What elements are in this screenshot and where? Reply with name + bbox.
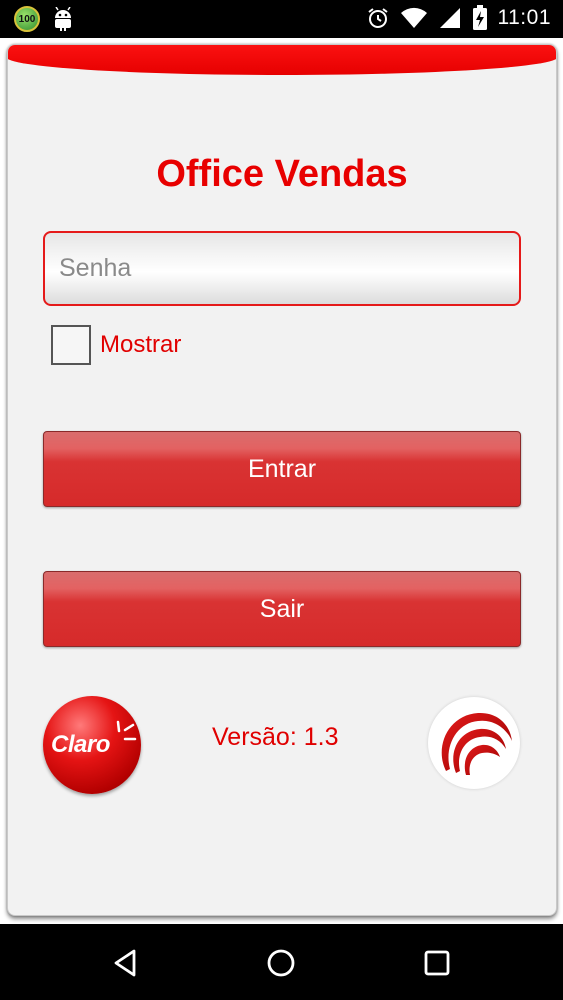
- show-password-checkbox[interactable]: [51, 325, 91, 365]
- password-input[interactable]: [43, 231, 521, 306]
- battery-badge-icon: 100: [14, 6, 40, 32]
- alarm-icon: [367, 8, 388, 28]
- wifi-icon: [400, 7, 427, 28]
- status-bar-right: 11:01: [366, 5, 552, 31]
- version-text: Versão: 1.3: [212, 723, 339, 751]
- enter-button[interactable]: Entrar: [43, 431, 521, 507]
- exit-button[interactable]: Sair: [43, 571, 521, 647]
- card-header-bar: [8, 45, 556, 75]
- android-icon: [55, 7, 71, 31]
- claro-logo: Claro: [43, 696, 141, 794]
- show-password-row[interactable]: Mostrar: [51, 325, 181, 365]
- login-card: Office Vendas Mostrar Entrar Sair Claro …: [7, 44, 557, 916]
- status-bar-left: 100: [14, 6, 74, 32]
- battery-charging-icon: [472, 5, 487, 30]
- home-icon[interactable]: [264, 946, 298, 980]
- claro-rays-icon: [116, 720, 137, 741]
- company-swirl-icon: [441, 712, 512, 775]
- signal-icon: [439, 8, 460, 28]
- page-title: Office Vendas: [156, 153, 408, 195]
- claro-logo-text: Claro: [51, 731, 110, 758]
- status-clock: 11:01: [497, 6, 551, 29]
- back-icon[interactable]: [108, 946, 142, 980]
- app-screen: Office Vendas Mostrar Entrar Sair Claro …: [0, 38, 563, 924]
- show-password-label[interactable]: Mostrar: [100, 331, 181, 359]
- navigation-bar: [0, 924, 563, 1000]
- status-bar: 100 11:01: [0, 0, 563, 38]
- company-logo: [428, 697, 520, 789]
- recents-icon[interactable]: [420, 946, 454, 980]
